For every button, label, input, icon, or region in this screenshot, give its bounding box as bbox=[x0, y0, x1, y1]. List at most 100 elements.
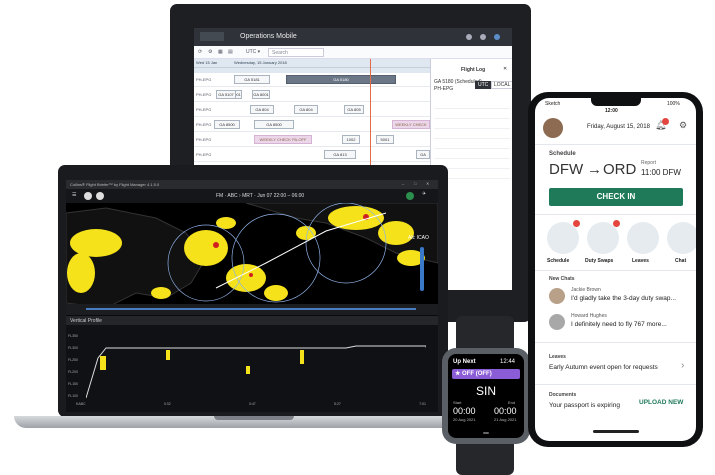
status-carrier: Sketch bbox=[545, 101, 561, 107]
x-tick: 7:01 bbox=[419, 402, 426, 406]
flight-bar[interactable]: WEEKLY CHECK PA-OFF bbox=[392, 120, 430, 129]
flight-bar[interactable]: GA 8001 bbox=[252, 90, 270, 99]
notification-badge bbox=[662, 118, 669, 125]
window-titlebar: Collins® Flight Briefer™ by Flight Manag… bbox=[66, 180, 438, 189]
upload-new-button[interactable]: UPLOAD NEW bbox=[639, 399, 683, 406]
divider bbox=[535, 270, 696, 271]
end-time: 00:00 bbox=[494, 406, 517, 416]
phone-screen: Sketch 12:00 100% Friday, August 15, 201… bbox=[535, 98, 696, 441]
date-subheader: Wednesday, 15 January 2018 bbox=[234, 60, 287, 65]
app-titlebar: Operations Mobile bbox=[194, 28, 512, 46]
flight-bar[interactable]: GA 804 bbox=[250, 105, 274, 114]
watch-status: OFF (OFF) bbox=[462, 371, 492, 377]
back-icon[interactable] bbox=[84, 192, 92, 200]
altitude-slider[interactable] bbox=[420, 247, 424, 291]
start-label: Start bbox=[453, 400, 462, 405]
help-icon[interactable] bbox=[480, 34, 486, 40]
y-tick: FL350 bbox=[68, 334, 78, 338]
timezone-select[interactable]: UTC ▾ bbox=[246, 49, 260, 55]
star-icon: ★ bbox=[455, 371, 463, 377]
check-in-button[interactable]: CHECK IN bbox=[549, 188, 683, 206]
map-toolbar: ☰ FM · ABC › MRT · Jun 07 22:00 – 06:00 … bbox=[66, 189, 438, 203]
toolbar: ⟳ ⚙ ▦ ▤ UTC ▾ Search bbox=[194, 46, 512, 59]
status-badge[interactable]: ★ OFF (OFF) bbox=[452, 369, 520, 379]
suitcase-icon bbox=[627, 222, 659, 254]
flight-bar[interactable]: GA 804 bbox=[294, 105, 318, 114]
flight-bar[interactable]: GA 5181 bbox=[234, 75, 270, 84]
divider bbox=[535, 342, 696, 343]
shortcut-badge bbox=[573, 220, 580, 227]
settings-icon[interactable]: ⚙ bbox=[208, 49, 212, 55]
maximize-icon[interactable]: □ bbox=[414, 181, 416, 186]
route-header: FM · ABC › MRT · Jun 07 22:00 – 06:00 bbox=[216, 193, 305, 199]
menu-icon[interactable]: ☰ bbox=[72, 192, 76, 198]
flight-log-title: Flight Log bbox=[461, 67, 486, 73]
flight-bar[interactable]: WEEKLY CHECK PA-OFF bbox=[254, 135, 312, 144]
shortcut-duty-swaps[interactable]: Duty Swaps bbox=[585, 220, 620, 264]
weather-map-graphic bbox=[66, 202, 438, 315]
flight-bar[interactable]: 1002 bbox=[342, 135, 360, 144]
flight-bar[interactable]: GA 813 bbox=[324, 150, 356, 159]
shortcut-chat[interactable]: Chat bbox=[667, 222, 696, 264]
flight-bar[interactable]: GA 5107 bbox=[216, 90, 236, 99]
route-arrow-icon: → bbox=[587, 161, 602, 178]
gear-icon[interactable]: ⚙ bbox=[679, 120, 687, 131]
status-icon bbox=[406, 192, 414, 200]
window-title: Collins® Flight Briefer™ by Flight Manag… bbox=[70, 182, 160, 187]
y-tick: FL150 bbox=[68, 382, 78, 386]
close-icon[interactable]: ✕ bbox=[503, 66, 507, 72]
people-icon bbox=[587, 222, 619, 254]
plane-icon[interactable]: ✈ bbox=[422, 191, 426, 197]
header-date: Friday, August 15, 2018 bbox=[587, 124, 650, 130]
y-tick: FL200 bbox=[68, 370, 78, 374]
chat-name: Howard Hughes bbox=[571, 313, 607, 319]
grid-icon[interactable]: ▦ bbox=[218, 49, 223, 55]
docs-message: Your passport is expiring bbox=[549, 402, 620, 409]
shortcut-schedule[interactable]: Schedule bbox=[547, 220, 580, 264]
leaves-message: Early Autumn event open for requests bbox=[549, 364, 658, 371]
home-indicator[interactable] bbox=[593, 430, 639, 433]
tab-utc[interactable]: UTC bbox=[475, 81, 492, 89]
flight-bar[interactable]: GA 8500 bbox=[214, 120, 240, 129]
calendar-icon[interactable]: ▤ bbox=[228, 49, 233, 55]
settings-icon[interactable] bbox=[466, 34, 472, 40]
forward-icon[interactable] bbox=[96, 192, 104, 200]
avatar[interactable] bbox=[494, 34, 500, 40]
chat-item[interactable]: Howard Hughes I definitely need to fly 7… bbox=[549, 312, 689, 334]
start-date: 20 Aug 2021 bbox=[453, 417, 476, 422]
laptop-notch bbox=[214, 416, 294, 420]
aircraft-registration: PH-EPG bbox=[196, 77, 212, 82]
search-input[interactable]: Search bbox=[268, 48, 324, 57]
chat-message: I definitely need to fly 767 more... bbox=[571, 321, 667, 328]
shortcut-leaves[interactable]: Leaves bbox=[627, 222, 659, 264]
refresh-icon[interactable]: ⟳ bbox=[198, 49, 202, 55]
status-battery: 100% bbox=[667, 101, 680, 107]
vp-yaxis: FL350 FL300 FL250 FL200 FL150 FL100 bbox=[68, 330, 78, 402]
minimize-icon[interactable]: – bbox=[402, 181, 404, 186]
chat-item[interactable]: Jackie Brown I'd gladly take the 3-day d… bbox=[549, 286, 689, 308]
aircraft-registration: PH-EPG bbox=[196, 122, 212, 127]
divider bbox=[535, 214, 696, 215]
end-date: 21 Aug 2021 bbox=[494, 417, 517, 422]
page-indicator bbox=[483, 432, 489, 434]
flight-bar[interactable]: GA 805 bbox=[344, 105, 364, 114]
aircraft-registration: PH-EPG bbox=[196, 137, 212, 142]
schedule-label: Schedule bbox=[549, 151, 576, 157]
watch-band-top bbox=[456, 316, 514, 352]
close-icon[interactable]: ✕ bbox=[426, 181, 429, 186]
leaves-card[interactable]: Leaves Early Autumn event open for reque… bbox=[535, 346, 696, 382]
watch-airport: SIN bbox=[475, 384, 496, 398]
weather-map[interactable]: Alt: ICAO bbox=[66, 202, 438, 315]
flight-bar[interactable]: GA 8500 bbox=[254, 120, 294, 129]
watch-header: Up Next bbox=[453, 359, 476, 365]
flight-bar[interactable]: 5001 bbox=[376, 135, 394, 144]
shortcut-label: Schedule bbox=[547, 258, 570, 264]
chats-title: New Chats bbox=[549, 276, 575, 282]
tab-local[interactable]: LOCAL bbox=[491, 81, 512, 89]
flight-bar[interactable]: GA 8505 bbox=[416, 150, 430, 159]
flight-bar[interactable]: GA 5180 bbox=[286, 75, 396, 84]
layer-label: Alt: ICAO bbox=[408, 235, 429, 241]
shortcut-badge bbox=[613, 220, 620, 227]
vertical-profile-title: Vertical Profile bbox=[70, 318, 102, 324]
avatar[interactable] bbox=[543, 118, 563, 138]
